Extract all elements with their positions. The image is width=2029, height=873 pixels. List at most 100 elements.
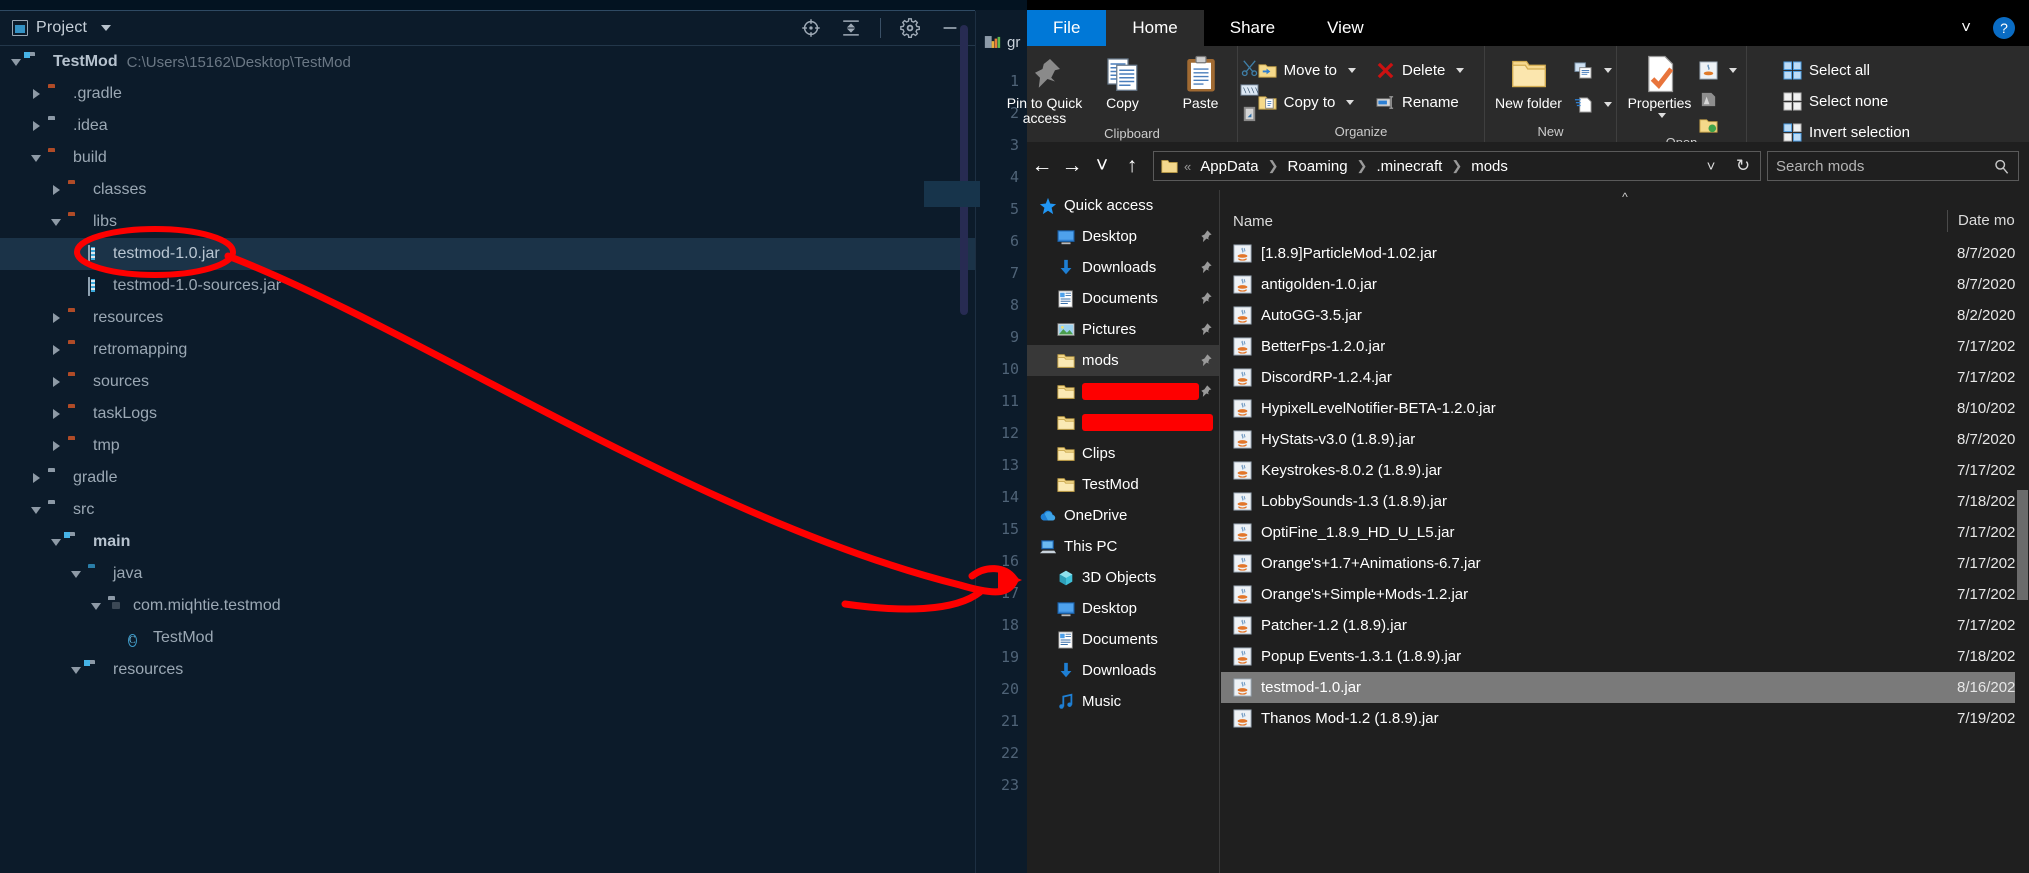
file-row[interactable]: Orange's+Simple+Mods-1.2.jar 7/17/202 — [1221, 579, 2029, 610]
breadcrumb-overflow[interactable]: « — [1184, 159, 1191, 174]
tree-item-classes[interactable]: classes — [0, 174, 975, 206]
chevron-down-icon[interactable] — [1348, 68, 1356, 73]
tree-item-gradle[interactable]: gradle — [0, 462, 975, 494]
pin-icon[interactable] — [1199, 229, 1213, 244]
file-row[interactable]: BetterFps-1.2.0.jar 7/17/202 — [1221, 331, 2029, 362]
nav-item-documents[interactable]: Documents — [1027, 624, 1219, 655]
file-row[interactable]: AutoGG-3.5.jar 8/2/2020 — [1221, 300, 2029, 331]
chevron-down-icon[interactable] — [1603, 68, 1612, 73]
move-to-button[interactable]: Move to — [1258, 58, 1356, 83]
chevron-down-icon[interactable] — [90, 599, 104, 613]
tree-item-java[interactable]: java — [0, 558, 975, 590]
tab-file[interactable]: File — [1027, 10, 1107, 46]
file-row[interactable]: Thanos Mod-1.2 (1.8.9).jar 7/19/202 — [1221, 703, 2029, 734]
nav-item-mods[interactable]: mods — [1027, 345, 1219, 376]
file-row[interactable]: LobbySounds-1.3 (1.8.9).jar 7/18/202 — [1221, 486, 2029, 517]
file-row[interactable]: Orange's+1.7+Animations-6.7.jar 7/17/202 — [1221, 548, 2029, 579]
nav-item-quick-access[interactable]: Quick access — [1027, 190, 1219, 221]
back-button[interactable]: ← — [1027, 151, 1057, 181]
tree-item-sources[interactable]: sources — [0, 366, 975, 398]
breadcrumb-item-1[interactable]: Roaming — [1285, 158, 1351, 175]
rename-button[interactable]: Rename — [1376, 90, 1464, 115]
column-header-name[interactable]: Name — [1221, 213, 1947, 230]
up-button[interactable]: ↑ — [1117, 151, 1147, 181]
ribbon[interactable]: Pin to Quick access Copy Paste \\\\ Clip… — [1007, 46, 2029, 160]
chevron-right-icon[interactable] — [50, 375, 64, 389]
properties-button[interactable]: Properties — [1627, 52, 1693, 118]
new-item-button[interactable] — [1573, 58, 1612, 83]
chevron-right-icon[interactable] — [50, 343, 64, 357]
file-row[interactable]: [1.8.9]ParticleMod-1.02.jar 8/7/2020 — [1221, 238, 2029, 269]
search-icon[interactable] — [1993, 158, 2010, 175]
pin-icon[interactable] — [1199, 291, 1213, 306]
chevron-right-icon[interactable] — [50, 407, 64, 421]
nav-item-testmod[interactable]: TestMod — [1027, 469, 1219, 500]
minimize-icon[interactable] — [939, 17, 961, 39]
history-icon[interactable] — [1698, 116, 1718, 135]
tree-item-build[interactable]: build — [0, 142, 975, 174]
nav-item-downloads[interactable]: Downloads — [1027, 252, 1219, 283]
search-input[interactable]: Search mods — [1767, 151, 2019, 181]
file-row[interactable]: DiscordRP-1.2.4.jar 7/17/202 — [1221, 362, 2029, 393]
file-row[interactable]: Popup Events-1.3.1 (1.8.9).jar 7/18/202 — [1221, 641, 2029, 672]
pin-icon[interactable] — [1199, 322, 1213, 337]
nav-item-pictures[interactable]: Pictures — [1027, 314, 1219, 345]
chevron-down-icon[interactable] — [50, 215, 64, 229]
tree-item-com-miqhtie-testmod[interactable]: com.miqhtie.testmod — [0, 590, 975, 622]
chevron-down-icon[interactable] — [1728, 68, 1737, 73]
tree-item--idea[interactable]: .idea — [0, 110, 975, 142]
nav-item-downloads[interactable]: Downloads — [1027, 655, 1219, 686]
pin-icon[interactable] — [1199, 353, 1213, 368]
breadcrumb-bar[interactable]: « AppData ❯ Roaming ❯ .minecraft ❯ mods … — [1153, 151, 1761, 181]
tree-item-testmod-1-0-jar[interactable]: testmod-1.0.jar — [0, 238, 975, 270]
pin-icon[interactable] — [1199, 260, 1213, 275]
new-folder-button[interactable]: New folder — [1490, 52, 1568, 111]
forward-button[interactable]: → — [1057, 151, 1087, 181]
breadcrumb-item-0[interactable]: AppData — [1197, 158, 1261, 175]
nav-item-documents[interactable]: Documents — [1027, 283, 1219, 314]
refresh-icon[interactable]: ↻ — [1730, 152, 1756, 180]
file-row[interactable]: OptiFine_1.8.9_HD_U_L5.jar 7/17/202 — [1221, 517, 2029, 548]
chevron-down-icon[interactable] — [30, 503, 44, 517]
nav-item-this-pc[interactable]: This PC — [1027, 531, 1219, 562]
paste-button[interactable]: Paste — [1162, 52, 1240, 111]
collapse-all-icon[interactable] — [840, 17, 862, 39]
tab-view[interactable]: View — [1301, 10, 1390, 46]
tree-item-resources[interactable]: resources — [0, 654, 975, 686]
tab-home[interactable]: Home — [1106, 10, 1204, 46]
chevron-right-icon[interactable] — [50, 183, 64, 197]
tree-item-main[interactable]: main — [0, 526, 975, 558]
project-tree[interactable]: TestMod C:\Users\15162\Desktop\TestMod .gr… — [0, 46, 975, 873]
tab-share[interactable]: Share — [1204, 10, 1301, 46]
chevron-down-icon[interactable] — [1657, 113, 1666, 118]
file-row[interactable]: HyStats-v3.0 (1.8.9).jar 8/7/2020 — [1221, 424, 2029, 455]
nav-item-redacted[interactable] — [1027, 407, 1219, 438]
tree-item-resources[interactable]: resources — [0, 302, 975, 334]
settings-gear-icon[interactable] — [899, 17, 921, 39]
chevron-down-icon[interactable] — [1603, 102, 1612, 107]
chevron-down-icon[interactable] — [101, 25, 112, 31]
easy-access-button[interactable] — [1574, 92, 1612, 117]
recent-locations-button[interactable]: ˅ — [1087, 151, 1117, 181]
chevron-down-icon[interactable] — [70, 663, 84, 677]
chevron-right-icon[interactable] — [50, 311, 64, 325]
select-all-button[interactable]: Select all — [1783, 58, 1910, 83]
chevron-down-icon[interactable] — [30, 151, 44, 165]
column-headers[interactable]: Name Date mo — [1221, 204, 2029, 238]
tree-item-libs[interactable]: libs — [0, 206, 975, 238]
chevron-right-icon[interactable] — [50, 439, 64, 453]
pin-icon[interactable] — [1199, 384, 1213, 399]
chevron-down-icon[interactable] — [70, 567, 84, 581]
tree-item-tmp[interactable]: tmp — [0, 430, 975, 462]
collapse-ribbon-chevron[interactable]: ^ — [1221, 190, 2029, 204]
file-rows[interactable]: [1.8.9]ParticleMod-1.02.jar 8/7/2020 antig… — [1221, 238, 2029, 734]
nav-item-clips[interactable]: Clips — [1027, 438, 1219, 469]
breadcrumb-item-3[interactable]: mods — [1468, 158, 1511, 175]
file-row[interactable]: testmod-1.0.jar 8/16/202 — [1221, 672, 2029, 703]
file-row[interactable]: HypixelLevelNotifier-BETA-1.2.0.jar 8/10/… — [1221, 393, 2029, 424]
chevron-right-icon[interactable] — [30, 87, 44, 101]
open-with-java-button[interactable] — [1698, 58, 1737, 83]
chevron-up-icon[interactable]: ˅ — [1961, 18, 1971, 38]
delete-button[interactable]: Delete — [1376, 58, 1465, 83]
file-row[interactable]: antigolden-1.0.jar 8/7/2020 — [1221, 269, 2029, 300]
